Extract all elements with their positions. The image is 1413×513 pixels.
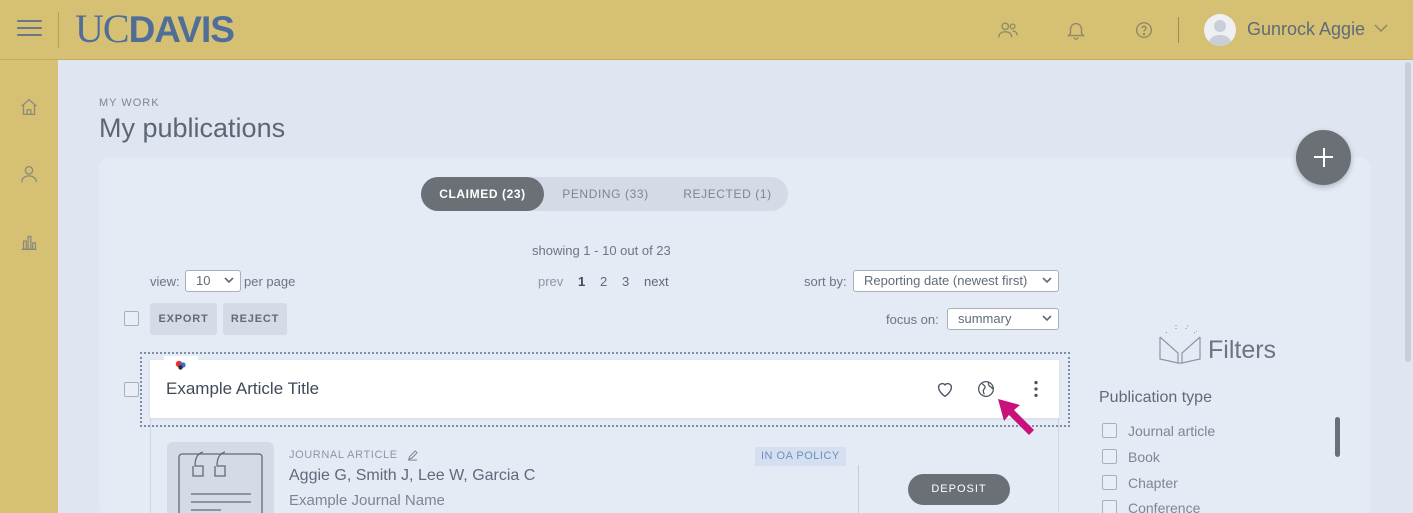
tab-rejected[interactable]: REJECTED (1)	[672, 177, 783, 211]
filter-checkbox-book[interactable]	[1102, 449, 1117, 464]
select-all-checkbox[interactable]	[124, 311, 139, 326]
prev-page-link[interactable]: prev	[538, 274, 563, 289]
deposit-button[interactable]: DEPOSIT	[908, 474, 1010, 505]
chevron-down-icon	[1042, 315, 1052, 322]
view-label: view:	[150, 274, 180, 289]
pointer-arrow-icon	[998, 399, 1034, 435]
divider	[858, 465, 859, 513]
filter-section-title: Publication type	[1099, 389, 1212, 406]
sort-label: sort by:	[804, 274, 847, 289]
oa-policy-badge: IN OA POLICY	[755, 447, 846, 466]
filter-funnel-icon	[1159, 324, 1201, 364]
per-page-select[interactable]: 10	[185, 270, 241, 292]
menu-icon[interactable]	[17, 20, 42, 40]
row-checkbox[interactable]	[124, 382, 139, 397]
divider	[1178, 17, 1179, 43]
sort-value: Reporting date (newest first)	[864, 273, 1028, 288]
page-link-3[interactable]: 3	[622, 274, 629, 289]
filter-option-book[interactable]: Book	[1128, 449, 1160, 465]
edit-icon[interactable]	[407, 450, 418, 461]
bell-icon[interactable]	[1065, 19, 1087, 41]
export-button[interactable]: EXPORT	[150, 303, 217, 335]
page-scrollbar[interactable]	[1405, 62, 1411, 362]
chevron-down-icon	[1042, 277, 1052, 284]
filter-scrollbar[interactable]	[1335, 417, 1340, 457]
sidebar	[0, 60, 58, 513]
source-badge	[164, 356, 198, 376]
bar-chart-icon[interactable]	[18, 231, 40, 253]
page-link-1[interactable]: 1	[578, 274, 585, 289]
filter-checkbox-journal-article[interactable]	[1102, 423, 1117, 438]
filters-title: Filters	[1208, 336, 1277, 364]
publication-title[interactable]: Example Article Title	[166, 379, 319, 399]
per-page-label: per page	[244, 274, 296, 289]
heart-icon[interactable]	[934, 378, 956, 400]
logo-davis-text: DAVIS	[128, 9, 235, 50]
home-icon[interactable]	[18, 96, 40, 118]
publication-type: JOURNAL ARTICLE	[289, 449, 398, 461]
filter-checkbox-chapter[interactable]	[1102, 475, 1117, 490]
reject-button[interactable]: REJECT	[223, 303, 287, 335]
help-icon[interactable]	[1133, 19, 1155, 41]
page-title: My publications	[99, 113, 286, 143]
next-page-link[interactable]: next	[644, 274, 669, 289]
focus-label: focus on:	[886, 312, 939, 327]
result-count: showing 1 - 10 out of 23	[532, 243, 671, 258]
filter-option-conference[interactable]: Conference	[1128, 500, 1200, 513]
avatar[interactable]	[1204, 14, 1236, 46]
publication-journal: Example Journal Name	[289, 492, 445, 509]
people-icon[interactable]	[997, 19, 1019, 41]
breadcrumb: MY WORK	[99, 97, 160, 109]
chevron-down-icon	[224, 277, 234, 284]
sort-select[interactable]: Reporting date (newest first)	[853, 270, 1059, 292]
user-name[interactable]: Gunrock Aggie	[1247, 19, 1365, 40]
filter-option-journal-article[interactable]: Journal article	[1128, 423, 1215, 439]
person-icon[interactable]	[18, 163, 40, 185]
chevron-down-icon[interactable]	[1373, 22, 1389, 34]
add-publication-button[interactable]	[1296, 130, 1351, 185]
tab-claimed[interactable]: CLAIMED (23)	[421, 177, 544, 211]
logo-uc-text: UC	[75, 6, 130, 51]
publication-authors: Aggie G, Smith J, Lee W, Garcia C	[289, 467, 536, 484]
focus-select[interactable]: summary	[947, 308, 1059, 330]
page-link-2[interactable]: 2	[600, 274, 607, 289]
filter-checkbox-conference[interactable]	[1102, 500, 1117, 513]
focus-value: summary	[958, 311, 1012, 326]
tab-pending[interactable]: PENDING (33)	[549, 177, 662, 211]
per-page-value: 10	[196, 273, 211, 288]
publication-thumbnail	[167, 442, 274, 513]
uc-davis-logo[interactable]: UCDAVIS	[75, 6, 235, 51]
quote-document-icon	[178, 451, 263, 513]
source-logo-icon	[175, 360, 186, 370]
open-access-globe-icon[interactable]	[975, 378, 997, 400]
filter-option-chapter[interactable]: Chapter	[1128, 475, 1178, 491]
divider	[58, 12, 59, 48]
top-bar: UCDAVIS Gunrock Aggie	[0, 0, 1413, 60]
